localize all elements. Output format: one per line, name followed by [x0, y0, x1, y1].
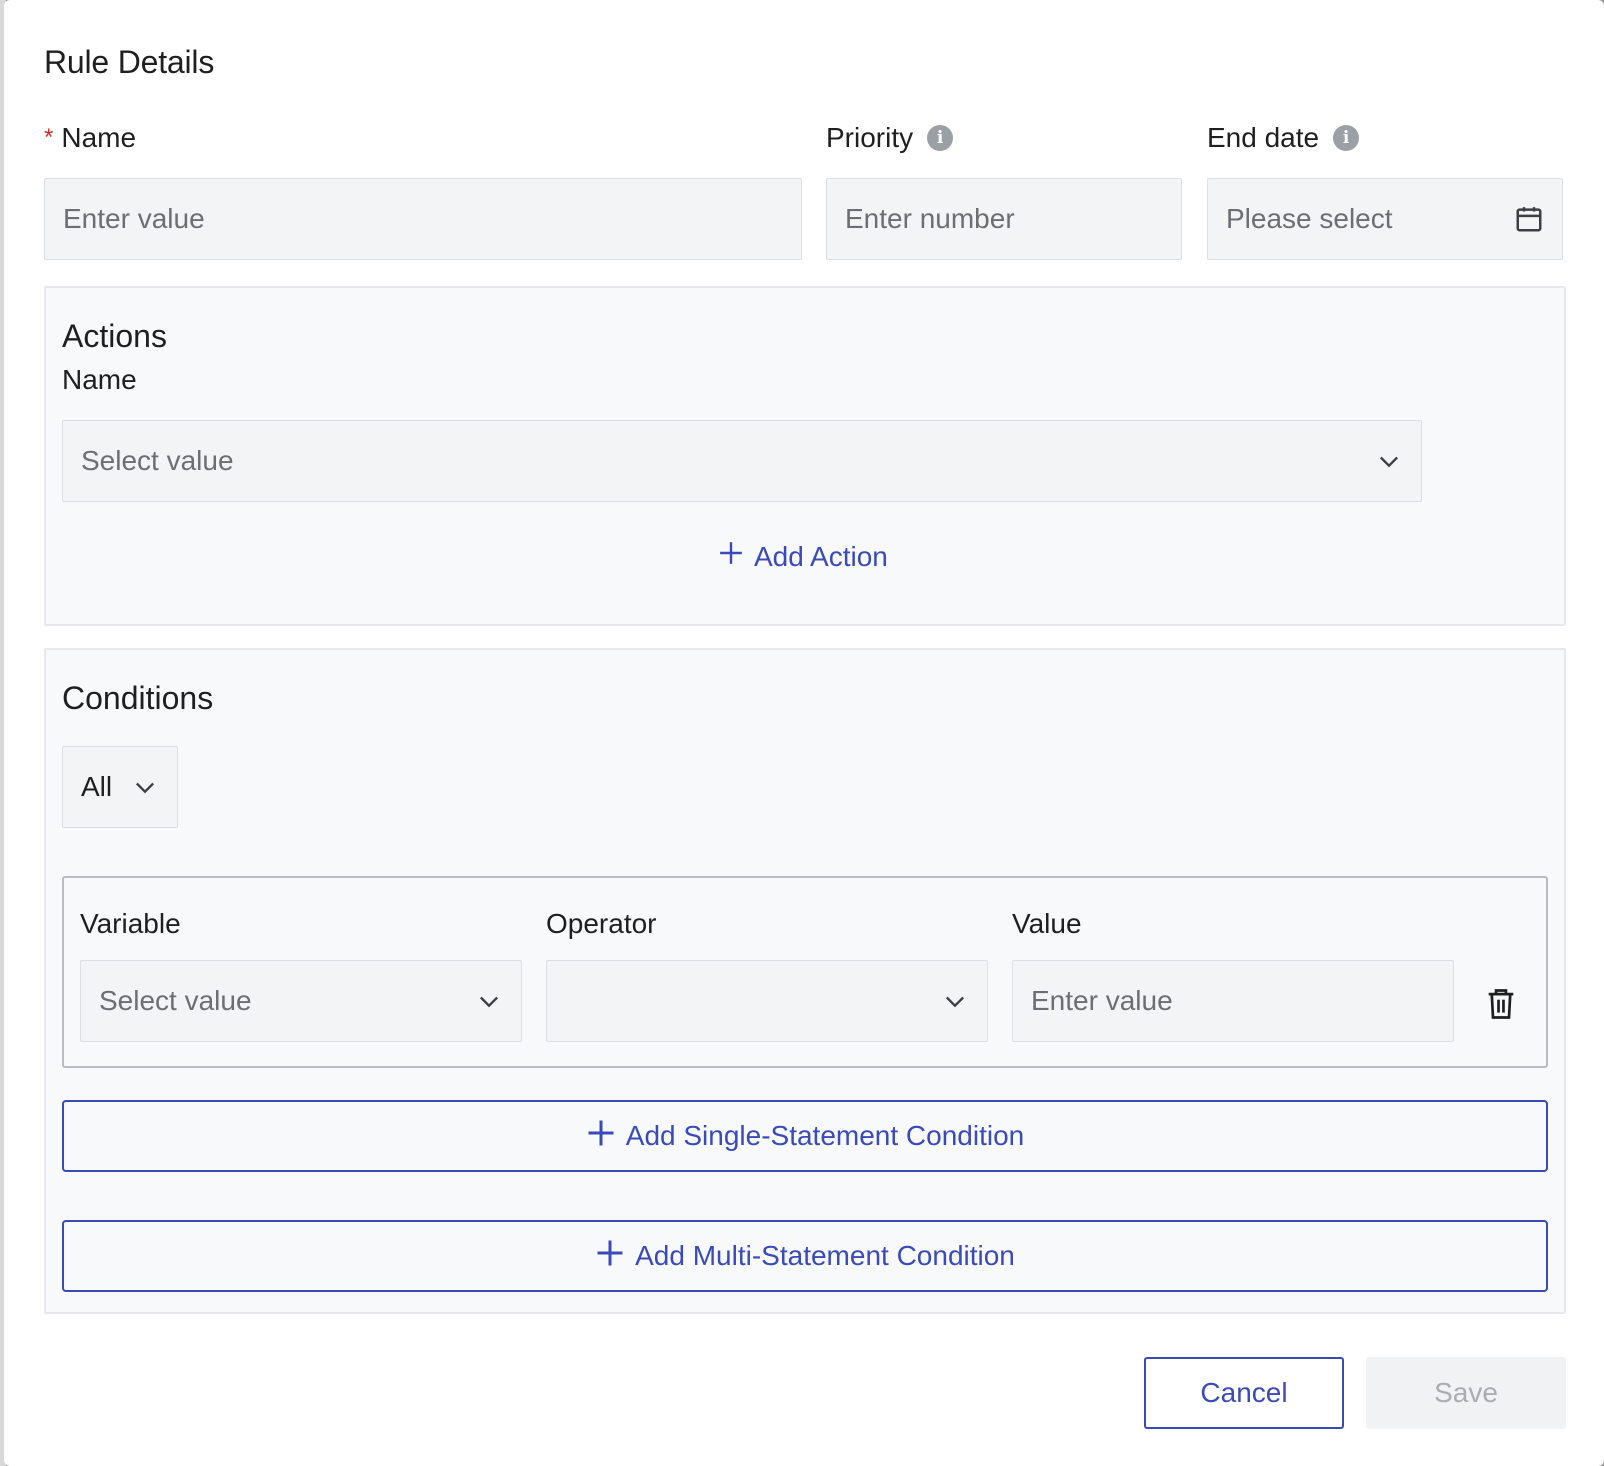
chevron-down-icon: [941, 987, 969, 1015]
end-date-label-text: End date: [1207, 122, 1320, 153]
condition-value-placeholder: Enter value: [1031, 985, 1173, 1016]
add-multi-statement-condition-button[interactable]: Add Multi-Statement Condition: [62, 1220, 1548, 1292]
priority-label: Priority i: [826, 122, 954, 154]
variable-label: Variable: [80, 908, 181, 939]
modal-title: Rule Details: [44, 44, 215, 80]
operator-label: Operator: [546, 908, 657, 939]
priority-input-placeholder: Enter number: [845, 203, 1015, 234]
name-input[interactable]: Enter value: [44, 178, 802, 260]
end-date-label: End date i: [1207, 122, 1360, 154]
variable-select[interactable]: Select value: [80, 960, 522, 1042]
variable-placeholder: Select value: [99, 985, 252, 1016]
match-mode-select[interactable]: All: [62, 746, 178, 828]
end-date-picker[interactable]: Please select: [1207, 178, 1563, 260]
condition-row: Variable Operator Value Select value Ent…: [62, 876, 1548, 1068]
action-name-select[interactable]: Select value: [62, 420, 1422, 502]
actions-panel: Actions Name Select value Add Action: [44, 286, 1566, 626]
chevron-down-icon: [131, 773, 159, 801]
plus-icon: [586, 1118, 616, 1155]
action-name-label: Name: [62, 364, 137, 395]
save-button[interactable]: Save: [1366, 1357, 1566, 1429]
add-single-statement-label: Add Single-Statement Condition: [625, 1120, 1025, 1151]
plus-icon: [718, 540, 744, 573]
cancel-button[interactable]: Cancel: [1144, 1357, 1344, 1429]
operator-select[interactable]: [546, 960, 988, 1042]
chevron-down-icon: [475, 987, 503, 1015]
conditions-title: Conditions: [62, 680, 214, 716]
rule-details-modal: Rule Details * Name Enter value Priority…: [4, 0, 1604, 1466]
required-indicator: *: [44, 124, 54, 151]
trash-icon[interactable]: [1486, 988, 1516, 1020]
priority-label-text: Priority: [826, 122, 914, 153]
name-label: * Name: [44, 122, 136, 154]
match-mode-value: All: [81, 771, 113, 802]
condition-value-input[interactable]: Enter value: [1012, 960, 1454, 1042]
name-label-text: Name: [61, 122, 137, 153]
add-action-label: Add Action: [754, 540, 888, 572]
value-label: Value: [1012, 908, 1082, 939]
add-single-statement-condition-button[interactable]: Add Single-Statement Condition: [62, 1100, 1548, 1172]
end-date-info-icon[interactable]: i: [1333, 125, 1360, 151]
add-action-button[interactable]: Add Action: [718, 540, 888, 573]
actions-title: Actions: [62, 318, 167, 354]
conditions-panel: Conditions All Variable Operator Value S…: [44, 648, 1566, 1314]
calendar-icon[interactable]: [1514, 204, 1544, 234]
priority-info-icon[interactable]: i: [927, 125, 954, 151]
priority-input[interactable]: Enter number: [826, 178, 1182, 260]
add-multi-statement-label: Add Multi-Statement Condition: [635, 1240, 1015, 1271]
name-input-placeholder: Enter value: [63, 203, 205, 234]
chevron-down-icon: [1375, 447, 1403, 475]
action-select-placeholder: Select value: [81, 445, 234, 476]
end-date-placeholder: Please select: [1226, 203, 1393, 234]
plus-icon: [595, 1238, 625, 1275]
